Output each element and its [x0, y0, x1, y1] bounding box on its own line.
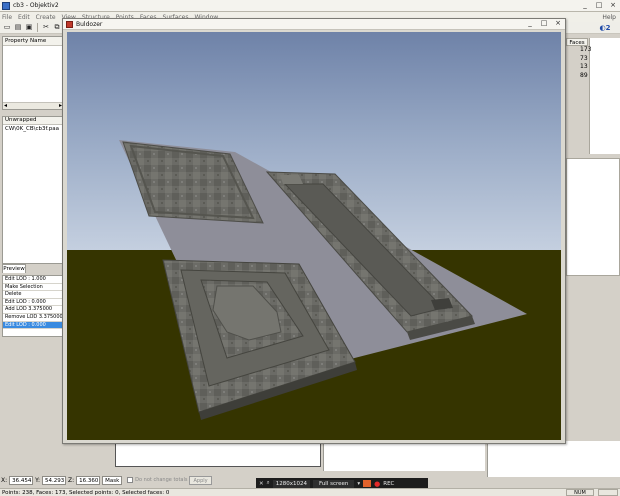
buldozer-close-button[interactable]: × — [551, 19, 565, 29]
history-item[interactable]: Edit LOD : 1.000 — [3, 276, 63, 284]
property-hscrollbar[interactable]: ◂ ▸ — [3, 102, 63, 109]
long-structure-step — [280, 175, 303, 184]
record-icon[interactable]: ● — [374, 480, 380, 488]
fullscreen-select[interactable]: Full screen — [312, 479, 355, 488]
y-field[interactable]: 54.293 — [42, 475, 67, 485]
y-label: Y: — [35, 476, 41, 484]
buldozer-window[interactable]: Buldozer _ □ × — [62, 18, 566, 444]
x-label: X: — [1, 476, 8, 484]
menu-file[interactable]: File — [2, 14, 12, 21]
new-icon[interactable]: ▭ — [2, 23, 12, 32]
apply-button[interactable]: Apply — [189, 475, 212, 485]
tab-preview[interactable]: Preview — [2, 264, 26, 273]
rec-label[interactable]: REC — [383, 481, 394, 487]
maximize-button[interactable]: □ — [592, 0, 606, 11]
bottom-view-panel — [323, 441, 485, 471]
status-text: Points: 238, Faces: 173, Selected points… — [2, 489, 170, 496]
status-cell — [598, 489, 618, 496]
buldozer-title-bar[interactable]: Buldozer _ □ × — [63, 19, 565, 30]
right-mid-panel — [566, 158, 620, 276]
coordinate-bar: X: 36.454 Y: 54.293 Z: 16.360 Mask Do no… — [0, 474, 250, 486]
main-title-bar[interactable]: cb3 - Objektiv2 _ □ × — [0, 0, 620, 12]
faces-value[interactable]: 89 — [566, 72, 588, 81]
buldozer-icon — [66, 20, 73, 28]
bottom-view-panel — [487, 441, 620, 477]
texture-item[interactable]: CW\0K_CB\cb3f.paa — [3, 125, 63, 133]
property-name-header[interactable]: Property Name — [3, 37, 63, 46]
faces-column-header[interactable]: Faces — [566, 38, 588, 46]
status-bar: Points: 238, Faces: 173, Selected points… — [0, 488, 620, 496]
faces-value[interactable]: 73 — [566, 55, 588, 64]
menu-create[interactable]: Create — [36, 14, 56, 21]
resolution-field[interactable]: 1280x1024 — [272, 479, 310, 488]
faces-value[interactable]: 173 — [566, 46, 591, 55]
history-item[interactable]: Remove LOD 3.375000 — [3, 314, 63, 322]
copy-icon[interactable]: ⧉ — [52, 23, 62, 32]
history-item[interactable]: Edit LOD : 0.000 — [3, 299, 63, 307]
long-structure-notch — [431, 298, 453, 310]
save-icon[interactable]: ▣ — [24, 23, 34, 32]
app-icon — [2, 1, 10, 10]
property-panel: Property Name ◂ ▸ — [2, 36, 64, 110]
do-not-change-checkbox[interactable] — [127, 477, 134, 483]
buldozer-maximize-button[interactable]: □ — [537, 19, 551, 29]
window-controls: _ □ × — [578, 0, 620, 11]
faces-list: 173 73 13 89 — [566, 46, 591, 81]
faces-value[interactable]: 13 — [566, 63, 588, 72]
chevron-down-icon[interactable]: ▾ — [357, 481, 360, 487]
history-item[interactable]: Add LOD 3.375000 — [3, 306, 63, 314]
close-button[interactable]: × — [606, 0, 620, 11]
camera-icon[interactable] — [363, 480, 372, 487]
x-field[interactable]: 36.454 — [9, 475, 34, 485]
menu-help[interactable]: Help — [602, 14, 616, 21]
3d-scene — [67, 32, 561, 440]
cut-icon[interactable]: ✂ — [41, 23, 51, 32]
buldozer-minimize-button[interactable]: _ — [523, 19, 537, 29]
buldozer-title: Buldozer — [76, 20, 103, 28]
z-label: Z: — [68, 476, 75, 484]
mask-field[interactable]: Mask — [102, 475, 123, 485]
o2-logo-icon: ◐2 — [599, 24, 611, 32]
buldozer-window-controls: _ □ × — [523, 19, 565, 29]
buldozer-viewport[interactable] — [67, 32, 561, 440]
history-list: Edit LOD : 1.000 Make Selection Delete E… — [2, 275, 64, 337]
magnifier-icon[interactable]: ⌕ — [267, 480, 270, 487]
open-icon[interactable]: ▤ — [13, 23, 23, 32]
history-item-selected[interactable]: Edit LOD : 0.000 — [3, 321, 63, 330]
history-item[interactable]: Delete — [3, 291, 63, 299]
num-lock-indicator: NUM — [566, 489, 594, 496]
minimize-button[interactable]: _ — [578, 0, 592, 11]
unwrapped-header[interactable]: Unwrapped — [3, 117, 63, 125]
toolbar-separator — [37, 23, 38, 32]
bottom-view-panel — [115, 441, 321, 467]
window-title: cb3 - Objektiv2 — [13, 2, 59, 9]
z-field[interactable]: 16.360 — [76, 475, 101, 485]
do-not-change-label: Do not change totals — [135, 477, 188, 483]
history-item[interactable]: Make Selection — [3, 284, 63, 292]
scroll-left-icon[interactable]: ◂ — [4, 103, 7, 109]
menu-edit[interactable]: Edit — [18, 14, 30, 21]
right-top-panel — [589, 38, 620, 154]
close-icon[interactable]: ✕ — [259, 481, 264, 487]
texture-panel: Unwrapped CW\0K_CB\cb3f.paa — [2, 116, 64, 264]
